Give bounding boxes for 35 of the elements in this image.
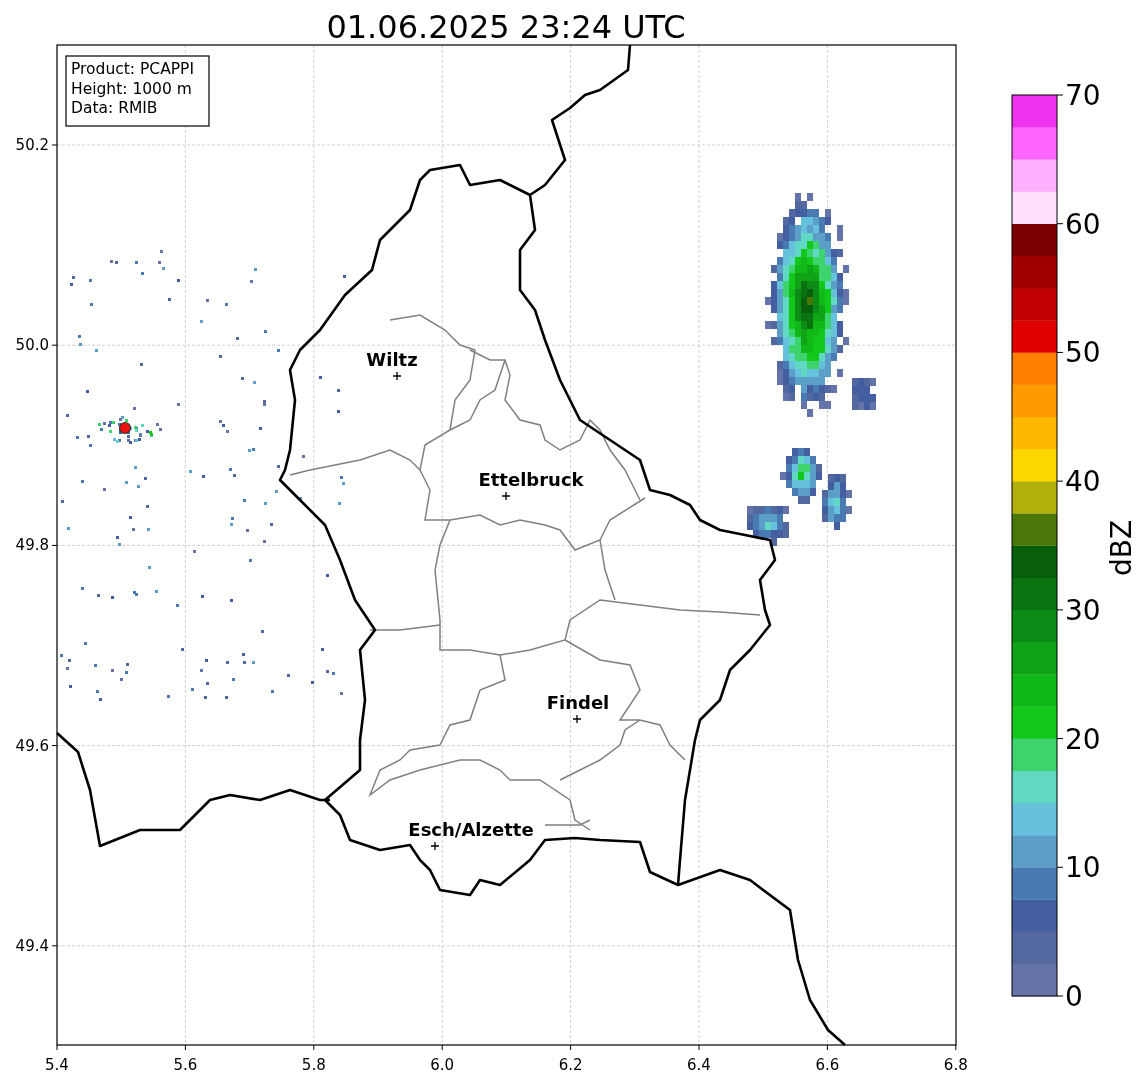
x-tick-label: 6.8: [943, 1056, 968, 1074]
colorbar-tick-label: 30: [1065, 593, 1101, 627]
colorbar-tick-label: 20: [1065, 722, 1101, 756]
chart-title: 01.06.2025 23:24 UTC: [326, 8, 686, 46]
colorbar-tick-label: 60: [1065, 207, 1101, 241]
city-label: Ettelbruck: [478, 469, 584, 490]
info-text: Height: 1000 m: [71, 79, 192, 98]
city-marker-icon: [572, 714, 582, 724]
x-tick-label: 6.0: [430, 1056, 455, 1074]
y-tick-label: 49.6: [15, 736, 49, 755]
city-marker-icon: [430, 841, 440, 851]
city-label: Findel: [546, 692, 610, 713]
colorbar-tick-label: 40: [1065, 465, 1101, 499]
info-text: Data: RMIB: [71, 99, 158, 117]
x-tick-label: 6.6: [815, 1056, 840, 1074]
y-tick-label: 49.8: [15, 536, 49, 555]
colorbar-tick-label: 50: [1065, 336, 1101, 370]
city-label: Wiltz: [366, 349, 418, 370]
x-tick-label: 6.4: [687, 1056, 711, 1074]
colorbar-tick-label: 10: [1065, 851, 1101, 885]
colorbar-tick-label: 70: [1065, 79, 1101, 112]
y-tick-label: 50.2: [15, 136, 49, 154]
y-tick-label: 50.0: [15, 336, 49, 355]
y-tick-label: 49.4: [15, 936, 49, 955]
x-tick-label: 5.4: [45, 1056, 69, 1074]
radar-site-marker: [118, 421, 132, 435]
x-tick-label: 6.2: [558, 1056, 583, 1074]
x-tick-label: 5.8: [301, 1056, 326, 1074]
city-marker-icon: [501, 491, 511, 501]
city-marker-icon: [392, 371, 402, 381]
city-label: Esch/Alzette: [408, 819, 534, 840]
colorbar-tick-label: 0: [1065, 980, 1083, 1013]
colorbar-label: dBZ: [1105, 519, 1138, 577]
info-text: Product: PCAPPI: [71, 60, 195, 78]
x-tick-label: 5.6: [173, 1056, 198, 1074]
